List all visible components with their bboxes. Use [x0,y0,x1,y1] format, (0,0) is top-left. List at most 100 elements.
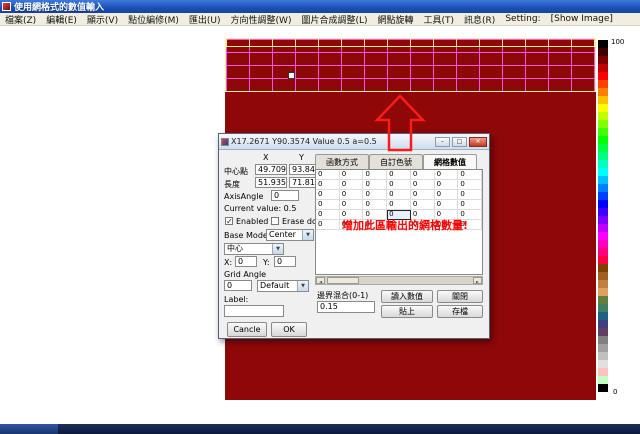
palette-swatch[interactable] [598,40,608,48]
palette-swatch[interactable] [598,336,608,344]
minimize-button[interactable]: – [435,137,450,147]
grid-cell[interactable]: 0 [340,200,364,210]
grid-cell[interactable]: 0 [363,170,387,180]
base-mode-select[interactable]: Center ▼ [266,229,314,241]
palette-swatch[interactable] [598,88,608,96]
palette-swatch[interactable] [598,136,608,144]
palette-swatch[interactable] [598,304,608,312]
grid-cell[interactable]: 0 [340,170,364,180]
palette-swatch[interactable] [598,312,608,320]
menu-item[interactable]: 圖片合成調整(L) [296,13,372,26]
menu-item[interactable]: Setting: [500,14,545,24]
cancel-button[interactable]: Cancle [227,322,267,337]
palette-swatch[interactable] [598,80,608,88]
palette-swatch[interactable] [598,168,608,176]
palette-swatch[interactable] [598,120,608,128]
grid-cell[interactable]: 0 [458,200,482,210]
grid-cell[interactable]: 0 [435,190,459,200]
anchor-select[interactable]: 中心 ▼ [224,243,284,255]
tab-1[interactable]: 函數方式 [315,154,369,169]
taskbar[interactable] [0,424,640,434]
palette-swatch[interactable] [598,128,608,136]
grid-cell[interactable]: 0 [435,170,459,180]
palette-swatch[interactable] [598,296,608,304]
grid-cell[interactable]: 0 [316,170,340,180]
palette-swatch[interactable] [598,144,608,152]
grid-cell[interactable]: 0 [411,180,435,190]
palette-swatch[interactable] [598,320,608,328]
start-button[interactable] [0,424,58,434]
close-icon[interactable]: ✕ [469,137,487,147]
palette-swatch[interactable] [598,56,608,64]
save-button[interactable]: 存檔 [437,305,483,318]
erase-dots-checkbox[interactable] [271,217,279,225]
grid-cell[interactable]: 0 [411,170,435,180]
grid-cell[interactable]: 0 [316,200,340,210]
palette-swatch[interactable] [598,272,608,280]
grid-cell[interactable]: 0 [363,200,387,210]
paste-button[interactable]: 貼上 [381,305,433,318]
menu-item[interactable]: 方向性調整(W) [226,13,297,26]
palette-swatch[interactable] [598,344,608,352]
grid-cell[interactable]: 0 [411,200,435,210]
menu-item[interactable]: 網點旋轉 [373,13,419,26]
menu-item[interactable]: 編輯(E) [41,13,82,26]
grid-cell[interactable]: 0 [411,190,435,200]
menu-item[interactable]: 檔案(Z) [0,13,41,26]
grid-cell[interactable]: 0 [458,180,482,190]
center-x-field[interactable]: 49.7091 [255,164,287,175]
palette-swatch[interactable] [598,328,608,336]
grid-cell[interactable]: 0 [458,170,482,180]
ok-button[interactable]: OK [271,322,307,337]
grid-cell[interactable]: 0 [316,220,340,230]
palette-swatch[interactable] [598,64,608,72]
palette-swatch[interactable] [598,184,608,192]
palette-swatch[interactable] [598,264,608,272]
grid-cell[interactable]: 0 [363,190,387,200]
grid-cell[interactable]: 0 [340,180,364,190]
palette-swatch[interactable] [598,240,608,248]
grid-cell[interactable]: 0 [387,200,411,210]
grid-cell[interactable]: 0 [316,180,340,190]
tab-3[interactable]: 網格數值 [423,154,477,169]
palette-swatch[interactable] [598,48,608,56]
color-palette[interactable] [598,40,608,392]
scroll-right-icon[interactable]: ► [473,277,482,284]
palette-swatch[interactable] [598,152,608,160]
length-x-field[interactable]: 51.9355 [255,177,287,188]
grid-cell[interactable]: 0 [340,190,364,200]
menu-item[interactable]: 訊息(R) [459,13,500,26]
read-values-button[interactable]: 讀入數值 [381,290,433,303]
palette-swatch[interactable] [598,368,608,376]
dialog-titlebar[interactable]: X17.2671 Y90.3574 Value 0.5 a=0.5 – □ ✕ [219,134,489,150]
tab-2[interactable]: 自訂色號 [369,154,423,169]
palette-swatch[interactable] [598,96,608,104]
palette-swatch[interactable] [598,176,608,184]
y-offset-field[interactable]: 0 [274,256,296,267]
scrollbar-thumb[interactable] [327,277,359,284]
palette-swatch[interactable] [598,232,608,240]
grid-cell[interactable]: 0 [316,190,340,200]
palette-swatch[interactable] [598,104,608,112]
menu-item[interactable]: 工具(T) [419,13,460,26]
palette-swatch[interactable] [598,376,608,384]
label-field[interactable] [224,305,284,317]
palette-swatch[interactable] [598,384,608,392]
grid-horizontal-scrollbar[interactable]: ◄ ► [315,276,483,285]
grid-cell[interactable]: 0 [316,210,340,220]
palette-swatch[interactable] [598,360,608,368]
palette-swatch[interactable] [598,280,608,288]
grid-cell[interactable]: 0 [458,190,482,200]
x-offset-field[interactable]: 0 [235,256,257,267]
enabled-checkbox[interactable]: ✓ [225,217,233,225]
palette-swatch[interactable] [598,200,608,208]
grid-cell[interactable]: 0 [387,190,411,200]
blend-field[interactable]: 0.15 [317,301,375,313]
menu-item[interactable]: 顯示(V) [82,13,123,26]
palette-swatch[interactable] [598,112,608,120]
grid-cell[interactable]: 0 [363,180,387,190]
palette-swatch[interactable] [598,160,608,168]
palette-swatch[interactable] [598,248,608,256]
palette-swatch[interactable] [598,288,608,296]
close-button[interactable]: 關閉 [437,290,483,303]
